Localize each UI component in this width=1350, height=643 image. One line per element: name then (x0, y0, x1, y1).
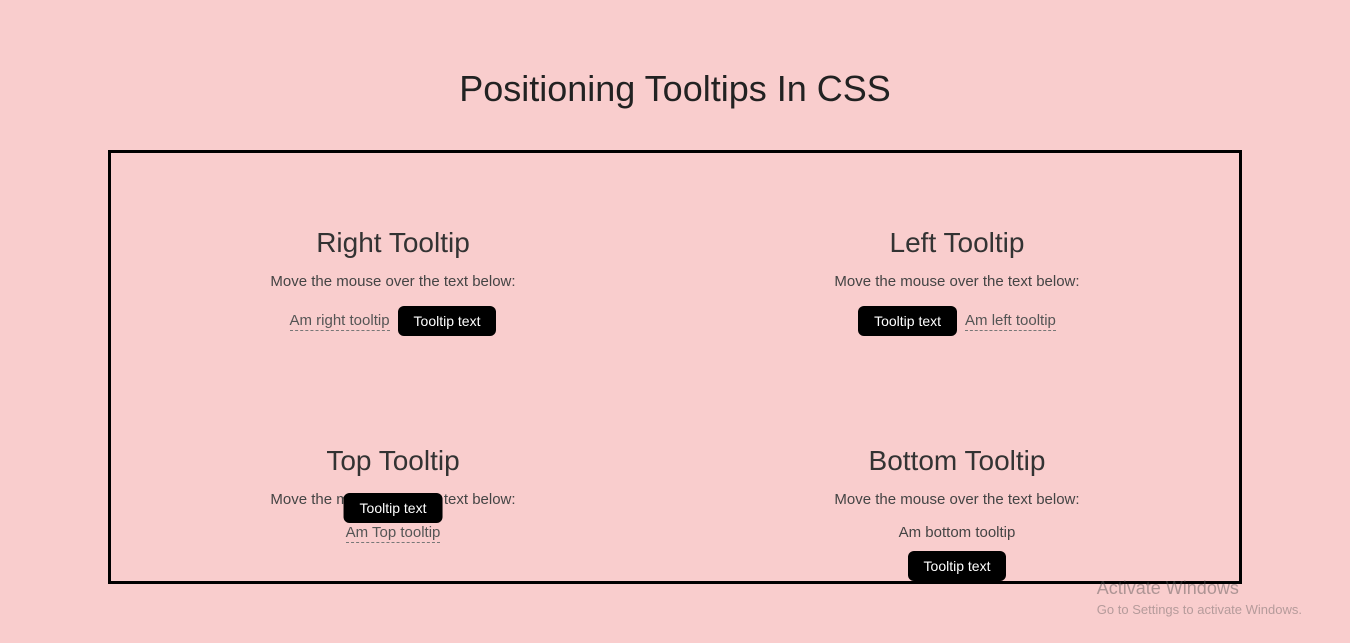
page-title: Positioning Tooltips In CSS (0, 0, 1350, 150)
windows-activation-watermark: Activate Windows Go to Settings to activ… (1097, 576, 1302, 619)
watermark-line2: Go to Settings to activate Windows. (1097, 601, 1302, 619)
demo-row-left: Tooltip text Am left tooltip (858, 306, 1056, 336)
hint-bottom: Move the mouse over the text below: (834, 491, 1079, 508)
trigger-top[interactable]: Am Top tooltip (346, 524, 441, 543)
demo-row-right: Am right tooltip Tooltip text (290, 306, 497, 336)
heading-left: Left Tooltip (890, 227, 1025, 259)
tooltip-bubble-bottom: Tooltip text (908, 551, 1007, 581)
trigger-left[interactable]: Am left tooltip (965, 312, 1056, 331)
trigger-bottom[interactable]: Am bottom tooltip (899, 524, 1016, 541)
cell-left-tooltip: Left Tooltip Move the mouse over the tex… (675, 153, 1239, 365)
tooltip-bubble-left: Tooltip text (858, 306, 957, 336)
watermark-line1: Activate Windows (1097, 576, 1302, 601)
heading-top: Top Tooltip (326, 445, 459, 477)
tooltip-bubble-top: Tooltip text (344, 493, 443, 523)
cell-top-tooltip: Top Tooltip Move the mouse over the text… (111, 365, 675, 581)
hint-right: Move the mouse over the text below: (270, 273, 515, 290)
heading-bottom: Bottom Tooltip (869, 445, 1046, 477)
trigger-right[interactable]: Am right tooltip (290, 312, 390, 331)
tooltip-bubble-right: Tooltip text (398, 306, 497, 336)
demo-container: Right Tooltip Move the mouse over the te… (108, 150, 1242, 584)
hint-left: Move the mouse over the text below: (834, 273, 1079, 290)
heading-right: Right Tooltip (316, 227, 470, 259)
cell-bottom-tooltip: Bottom Tooltip Move the mouse over the t… (675, 365, 1239, 581)
demo-stack-top: Tooltip text Am Top tooltip (346, 524, 441, 543)
cell-right-tooltip: Right Tooltip Move the mouse over the te… (111, 153, 675, 365)
